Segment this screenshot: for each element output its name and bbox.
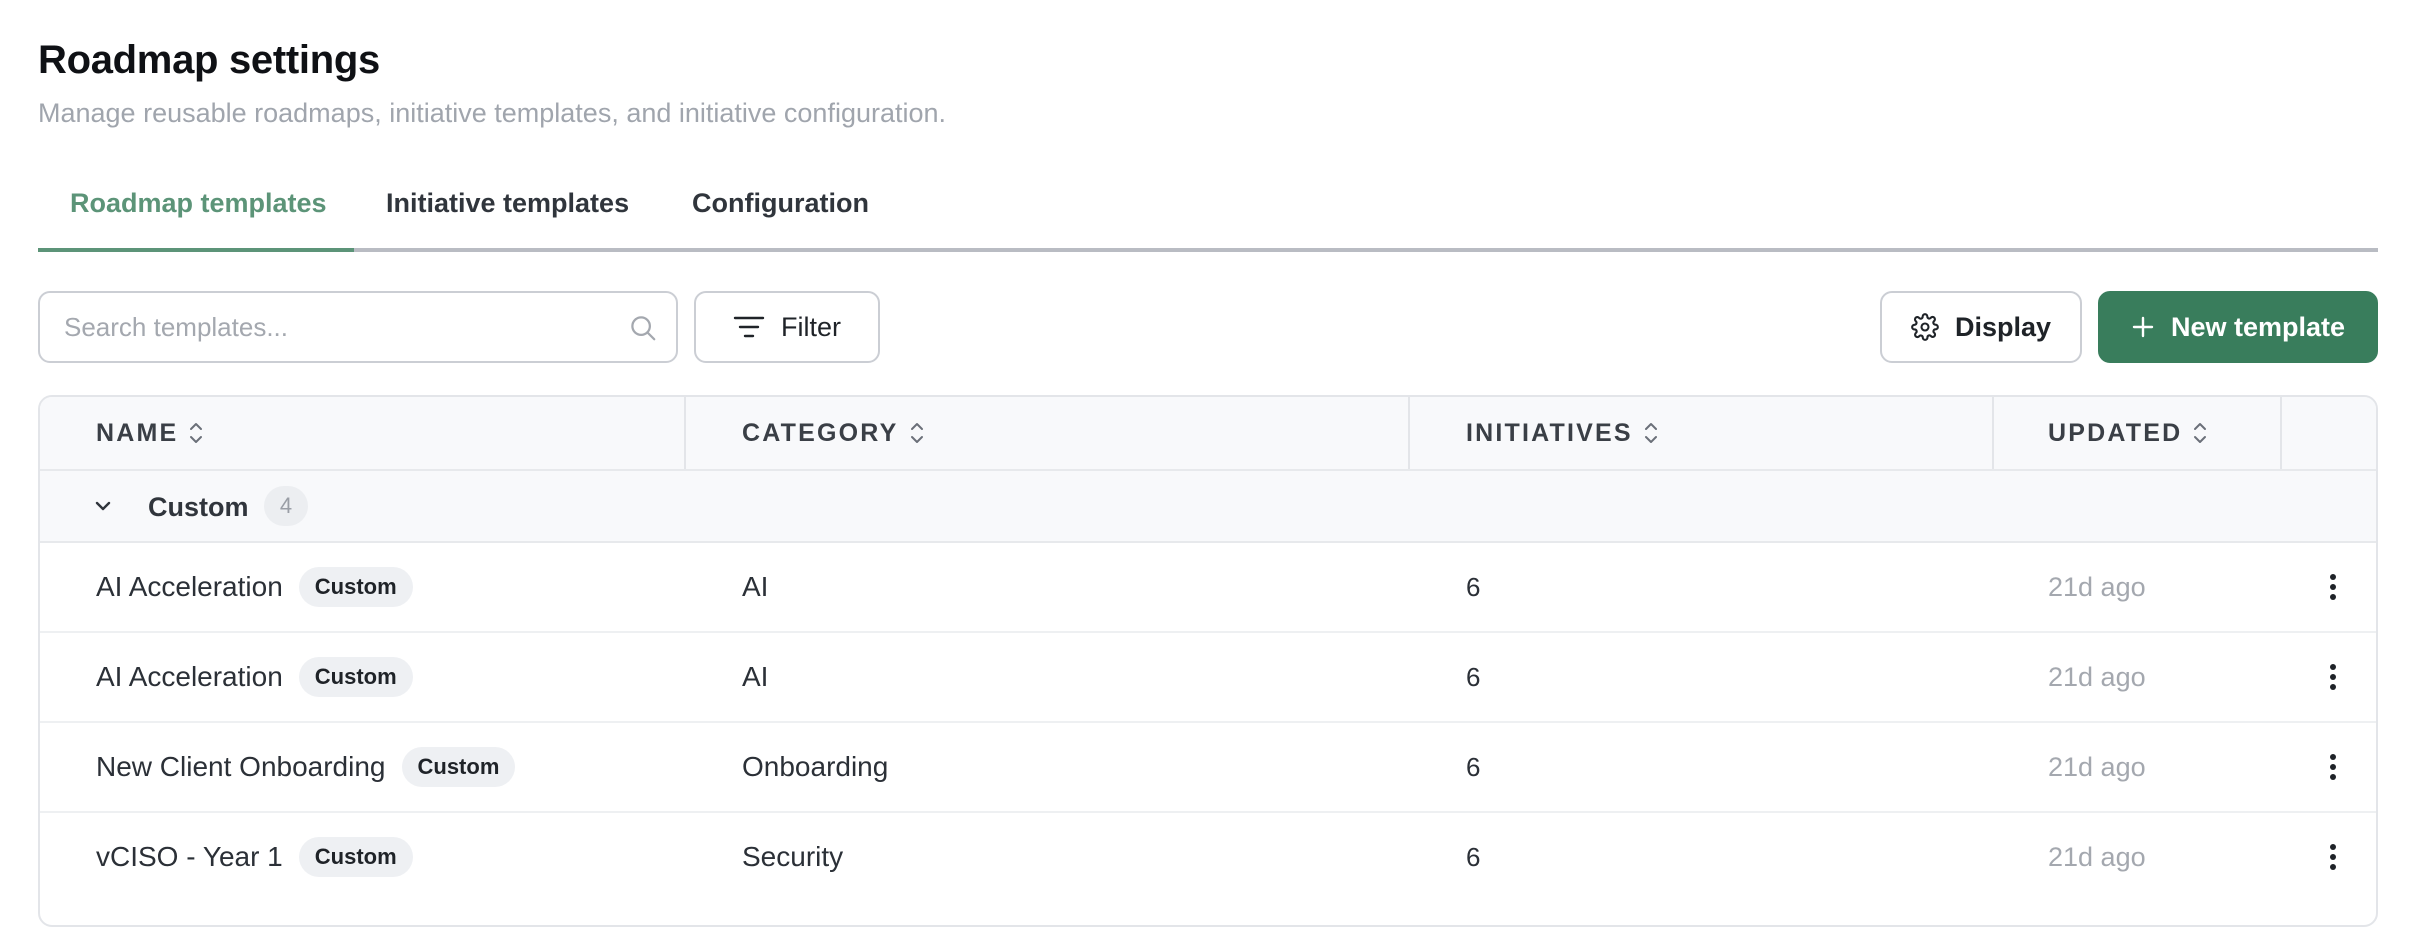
cell-name: vCISO - Year 1 Custom <box>96 813 413 901</box>
chevron-down-icon[interactable] <box>92 495 114 517</box>
more-vertical-icon[interactable] <box>2316 750 2350 784</box>
table-row[interactable]: New Client Onboarding Custom Onboarding … <box>40 723 2376 813</box>
custom-badge: Custom <box>298 657 413 697</box>
column-header-category[interactable]: CATEGORY <box>742 397 925 469</box>
custom-badge: Custom <box>401 747 516 787</box>
more-vertical-icon[interactable] <box>2316 660 2350 694</box>
cell-initiatives: 6 <box>1466 751 1481 782</box>
table-row[interactable]: AI Acceleration Custom AI 6 21d ago <box>40 633 2376 723</box>
cell-name: New Client Onboarding Custom <box>96 723 516 811</box>
new-template-button-label: New template <box>2170 311 2346 342</box>
template-name: AI Acceleration <box>96 661 283 692</box>
cell-name: AI Acceleration Custom <box>96 633 413 721</box>
page-subtitle: Manage reusable roadmaps, initiative tem… <box>38 98 947 128</box>
template-name: New Client Onboarding <box>96 751 386 782</box>
display-button[interactable]: Display <box>1880 291 2082 363</box>
sort-icon <box>190 423 203 443</box>
column-divider <box>1408 397 1410 469</box>
search-box <box>38 291 678 363</box>
more-vertical-icon[interactable] <box>2316 570 2350 604</box>
sort-icon <box>2194 423 2207 443</box>
column-divider <box>684 397 686 469</box>
templates-table: NAME CATEGORY INITIATIVES UPDATED Custom… <box>38 395 2378 927</box>
column-header-updated[interactable]: UPDATED <box>2048 397 2208 469</box>
filter-icon <box>733 316 765 338</box>
table-row[interactable]: AI Acceleration Custom AI 6 21d ago <box>40 543 2376 633</box>
cell-category: Security <box>742 841 844 872</box>
tab-bar: Roadmap templates Initiative templates C… <box>38 160 2378 252</box>
search-icon[interactable] <box>628 313 658 343</box>
column-divider <box>2280 397 2282 469</box>
column-header-label: INITIATIVES <box>1466 418 1633 447</box>
sort-icon <box>1644 423 1657 443</box>
cell-category: AI <box>742 661 769 692</box>
column-header-label: UPDATED <box>2048 418 2183 447</box>
cell-initiatives: 6 <box>1466 661 1481 692</box>
custom-badge: Custom <box>298 567 413 607</box>
tab-initiative-templates[interactable]: Initiative templates <box>386 188 629 219</box>
table-row[interactable]: vCISO - Year 1 Custom Security 6 21d ago <box>40 813 2376 903</box>
page-title: Roadmap settings <box>38 38 380 82</box>
gear-icon <box>1911 313 1939 341</box>
column-header-label: NAME <box>96 418 179 447</box>
cell-updated: 21d ago <box>2048 661 2146 692</box>
filter-button-label: Filter <box>781 311 841 342</box>
group-label: Custom <box>148 492 249 522</box>
group-row-custom[interactable]: Custom 4 <box>40 471 2376 543</box>
custom-badge: Custom <box>298 837 413 877</box>
filter-button[interactable]: Filter <box>694 291 880 363</box>
column-header-initiatives[interactable]: INITIATIVES <box>1466 397 1659 469</box>
cell-initiatives: 6 <box>1466 841 1481 872</box>
cell-name: AI Acceleration Custom <box>96 543 413 631</box>
column-header-label: CATEGORY <box>742 418 899 447</box>
cell-updated: 21d ago <box>2048 751 2146 782</box>
display-button-label: Display <box>1954 311 2052 342</box>
cell-category: AI <box>742 571 769 602</box>
plus-icon <box>2132 316 2154 338</box>
tab-roadmap-templates[interactable]: Roadmap templates <box>70 188 327 219</box>
cell-category: Onboarding <box>742 751 889 782</box>
table-header: NAME CATEGORY INITIATIVES UPDATED <box>40 397 2376 471</box>
new-template-button[interactable]: New template <box>2098 291 2378 363</box>
cell-updated: 21d ago <box>2048 841 2146 872</box>
template-name: AI Acceleration <box>96 571 283 602</box>
tab-configuration[interactable]: Configuration <box>692 188 869 219</box>
roadmap-settings-page: Roadmap settings Manage reusable roadmap… <box>38 0 2378 940</box>
template-name: vCISO - Year 1 <box>96 841 283 872</box>
sort-icon <box>910 423 923 443</box>
more-vertical-icon[interactable] <box>2316 840 2350 874</box>
tab-divider <box>38 248 2378 252</box>
cell-updated: 21d ago <box>2048 571 2146 602</box>
column-divider <box>1992 397 1994 469</box>
column-header-name[interactable]: NAME <box>96 397 204 469</box>
active-tab-indicator <box>38 248 354 252</box>
group-count-badge: 4 <box>264 486 308 526</box>
search-input[interactable] <box>64 293 604 361</box>
cell-initiatives: 6 <box>1466 571 1481 602</box>
